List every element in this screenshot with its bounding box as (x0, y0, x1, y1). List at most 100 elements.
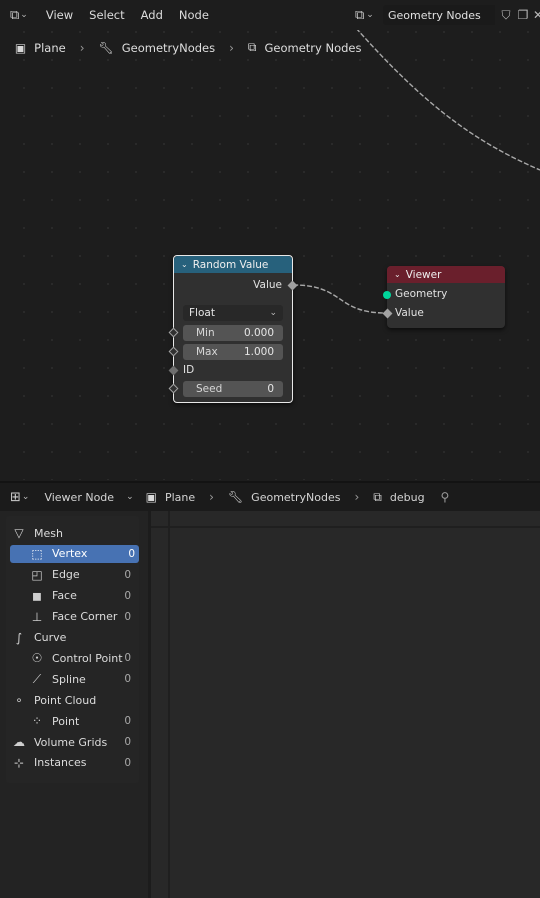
close-icon[interactable]: ✕ (531, 7, 540, 23)
dataset-item-count: 0 (124, 673, 131, 686)
max-label: Max (196, 346, 218, 358)
vertex-icon: ⬚ (31, 546, 43, 561)
dataset-item-vertex[interactable]: ⬚ Vertex 0 (10, 544, 139, 563)
id-row: ID (174, 364, 292, 376)
breadcrumb-modifier: GeometryNodes (121, 40, 216, 55)
dataset-item-count: 0 (124, 568, 131, 581)
node-title: Random Value (192, 258, 269, 271)
output-value-label: Value (253, 279, 282, 291)
face-icon: ◼ (32, 588, 42, 603)
max-field[interactable]: Max 1.000 (183, 344, 283, 360)
chevron-right-icon: › (79, 40, 85, 55)
menu-node[interactable]: Node (179, 8, 209, 22)
min-field[interactable]: Min 0.000 (183, 325, 283, 341)
dataset-item-spline[interactable]: ⟋ Spline 0 (6, 670, 139, 688)
dataset-item-count: 0 (124, 610, 131, 623)
spreadsheet-editor: ▽ Mesh ⬚ Vertex 0 ◰ Edge 0 ◼ Face 0 ⊥ Face Corner 0 ∫ C… (0, 511, 540, 898)
menu-view[interactable]: View (46, 8, 73, 22)
dataset-item-face-corner[interactable]: ⊥ Face Corner 0 (6, 608, 139, 626)
editor-type-button[interactable]: ⊞ ⌄ (8, 486, 31, 508)
dataset-item-control-point[interactable]: ☉ Control Point 0 (6, 649, 139, 667)
dataset-item-label: Volume Grids (34, 735, 108, 749)
dataset-region: ▽ Mesh ⬚ Vertex 0 ◰ Edge 0 ◼ Face 0 ⊥ Face Corner 0 ∫ C… (6, 516, 139, 783)
object-icon: ▣ (145, 490, 157, 504)
duplicate-icon[interactable]: ❐ (516, 7, 530, 23)
volume-icon: ☁ (13, 735, 25, 749)
node-tree-browse-button[interactable]: ⧉ ⌄ (355, 5, 374, 25)
editor-type-button[interactable]: ⧉ ⌄ (8, 4, 30, 26)
chevron-down-icon: ⌄ (21, 492, 30, 502)
chevron-right-icon: › (229, 40, 234, 55)
dataset-item-volume-grids[interactable]: ☁ Volume Grids 0 (6, 733, 139, 751)
node-tree-icon: ⧉ (247, 40, 257, 54)
spline-icon: ⟋ (32, 671, 42, 686)
control-point-icon: ☉ (31, 651, 43, 666)
chevron-down-icon: ⌄ (269, 308, 277, 318)
random-value-node[interactable]: ⌄ Random Value Value Float ⌄ Min 0.000 M… (168, 255, 298, 403)
viewer-node[interactable]: ⌄ Viewer Geometry Value (382, 266, 505, 328)
point-icon: ⁘ (31, 714, 43, 729)
menu-add[interactable]: Add (141, 8, 163, 22)
menu-select[interactable]: Select (89, 8, 124, 22)
chevron-down-icon: ⌄ (20, 10, 28, 20)
mode-label: Viewer Node (44, 490, 115, 504)
object-evaluation-dropdown[interactable]: Viewer Node ⌄ (44, 491, 133, 504)
geometry-row: Geometry (387, 288, 505, 300)
spreadsheet-viewer: debug (389, 490, 425, 504)
dataset-item-curve[interactable]: ∫ Curve (6, 629, 139, 647)
mesh-icon: ▽ (14, 526, 24, 540)
dataset-item-label: Face Corner (52, 610, 118, 624)
dataset-item-label: Mesh (34, 526, 63, 540)
node-header[interactable]: ⌄ Random Value (174, 256, 292, 273)
spreadsheet-icon: ⊞ (10, 489, 21, 505)
seed-value: 0 (267, 383, 274, 395)
node-title: Viewer (405, 268, 442, 281)
node-tree-name-field[interactable]: Geometry Nodes (383, 5, 495, 25)
dataset-item-point-cloud[interactable]: ∘ Point Cloud (6, 691, 139, 709)
collapse-chevron-icon[interactable]: ⌄ (394, 270, 401, 279)
value-link (292, 284, 387, 314)
chevron-right-icon: › (209, 490, 214, 504)
dataset-item-count: 0 (124, 736, 131, 748)
dataset-item-mesh[interactable]: ▽ Mesh (6, 524, 139, 542)
geometry-label: Geometry (395, 288, 448, 300)
data-type-value: Float (189, 307, 215, 319)
face-corner-icon: ⊥ (31, 609, 43, 624)
seed-field[interactable]: Seed 0 (183, 381, 283, 397)
data-type-dropdown[interactable]: Float ⌄ (183, 305, 283, 321)
chevron-right-icon: › (354, 490, 360, 504)
edge-icon: ◰ (31, 567, 43, 582)
dataset-item-count: 0 (124, 589, 131, 602)
node-editor-icon: ⧉ (10, 7, 20, 23)
breadcrumb: › ▣ Plane › 🔧︎ GeometryNodes › ⧉ Geometr… (0, 40, 362, 55)
dataset-item-label: Instances (34, 756, 87, 770)
fake-user-shield-icon[interactable]: ⛉ (499, 7, 513, 23)
chevron-down-icon: ⌄ (126, 492, 134, 502)
spreadsheet-table[interactable] (151, 511, 540, 898)
max-value: 1.000 (243, 346, 274, 358)
dataset-item-label: Point Cloud (34, 693, 97, 707)
chevron-right-icon: › (0, 41, 1, 55)
dataset-item-count: 0 (124, 756, 131, 769)
pin-icon[interactable]: ⚲ (441, 490, 450, 504)
id-label: ID (183, 364, 195, 376)
output-value-row: Value (174, 279, 292, 291)
collapse-chevron-icon[interactable]: ⌄ (181, 260, 188, 269)
chevron-down-icon: ⌄ (366, 10, 374, 20)
node-header[interactable]: ⌄ Viewer (387, 266, 505, 283)
spreadsheet-modifier: GeometryNodes (251, 490, 341, 504)
dataset-item-count: 0 (124, 652, 131, 665)
dataset-item-instances[interactable]: ⊹ Instances 0 (6, 754, 139, 772)
seed-label: Seed (196, 383, 223, 395)
dataset-item-count: 0 (128, 547, 135, 560)
node-tree-icon: ⧉ (355, 7, 365, 23)
dataset-item-label: Curve (34, 631, 67, 644)
curve-icon: ∫ (15, 630, 23, 645)
dataset-item-face[interactable]: ◼ Face 0 (6, 587, 139, 605)
dataset-item-label: Point (52, 714, 80, 728)
dataset-item-point[interactable]: ⁘ Point 0 (6, 712, 139, 730)
node-links (292, 27, 540, 314)
dataset-item-label: Vertex (52, 547, 88, 561)
dataset-item-edge[interactable]: ◰ Edge 0 (6, 566, 139, 584)
node-editor[interactable]: ⧉ ⌄ View Select Add Node ⧉ ⌄ Geometry No… (0, 0, 540, 480)
